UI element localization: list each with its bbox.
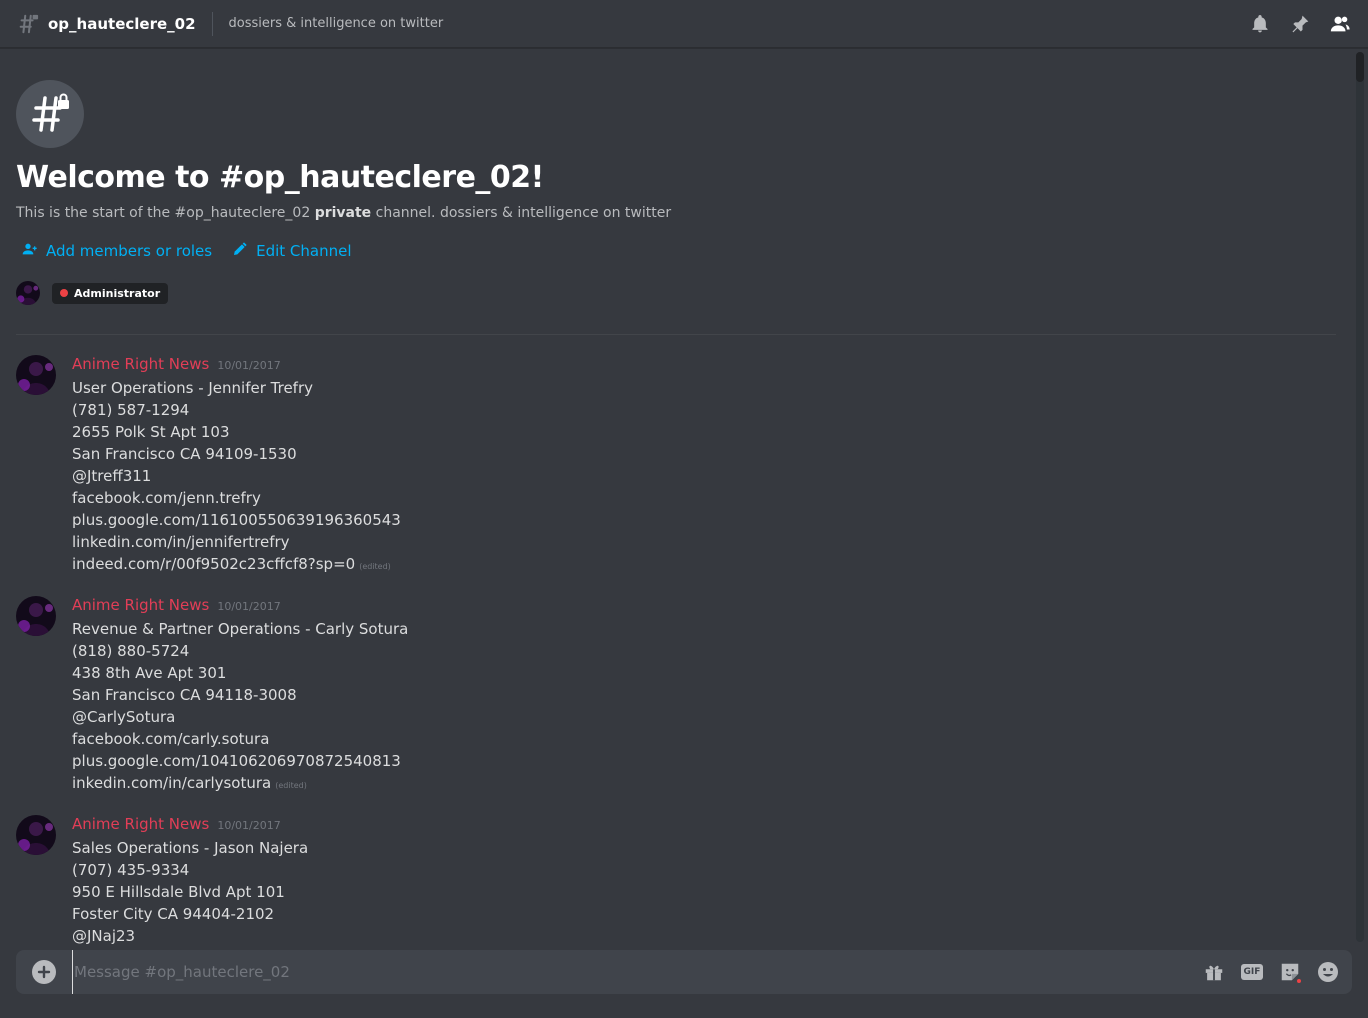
channel-name: op_hauteclere_02 [48, 14, 196, 33]
message-line: Foster City CA 94404-2102 [72, 905, 275, 923]
message-line: linkedin.com/in/jennifertrefry [72, 533, 290, 551]
role-name: Administrator [74, 286, 161, 300]
edit-channel-button[interactable]: Edit Channel [232, 241, 352, 261]
avatar[interactable] [16, 815, 56, 855]
welcome-desc-suffix: channel. dossiers & intelligence on twit… [375, 205, 672, 221]
message[interactable]: Anime Right News 10/01/2017 User Operati… [16, 355, 1336, 578]
welcome-desc-bold: private [314, 205, 372, 221]
edited-marker: (edited) [359, 562, 391, 571]
avatar[interactable] [16, 281, 40, 305]
gift-icon[interactable] [1202, 960, 1226, 984]
message-author[interactable]: Anime Right News [72, 596, 209, 614]
message-line: (781) 587-1294 [72, 401, 190, 419]
pencil-icon [232, 241, 248, 261]
message-line-text: inkedin.com/in/carlysotura [72, 774, 272, 792]
divider [16, 334, 1336, 335]
message-body: Anime Right News 10/01/2017 User Operati… [72, 355, 1336, 578]
message-input[interactable] [72, 950, 1202, 994]
message-composer: GIF [16, 950, 1352, 994]
sticker-icon[interactable] [1278, 960, 1303, 985]
bell-icon[interactable] [1248, 12, 1272, 36]
locked-hash-icon [16, 80, 84, 148]
message-line: (818) 880-5724 [72, 642, 190, 660]
message-line: plus.google.com/104106206970872540813 [72, 752, 401, 770]
message-line: facebook.com/carly.sotura [72, 730, 270, 748]
message-line-last: inkedin.com/in/carlysotura (edited) [72, 772, 1336, 797]
message-timestamp: 10/01/2017 [217, 359, 281, 372]
message-header: Anime Right News 10/01/2017 [72, 355, 1336, 377]
composer-buttons: GIF [1202, 960, 1340, 985]
message-line-text: indeed.com/r/00f9502c23cffcf8?sp=0 [72, 555, 356, 573]
message-author[interactable]: Anime Right News [72, 815, 209, 833]
add-members-button[interactable]: Add members or roles [22, 241, 212, 261]
message-line: User Operations - Jennifer Trefry [72, 379, 313, 397]
welcome-title: Welcome to #op_hauteclere_02! [16, 160, 544, 195]
message-line: @Jtreff311 [72, 467, 152, 485]
message-timestamp: 10/01/2017 [217, 819, 281, 832]
role-pill[interactable]: Administrator [52, 282, 169, 304]
message-header: Anime Right News 10/01/2017 [72, 596, 1336, 618]
gif-label: GIF [1240, 964, 1264, 980]
message-line: (707) 435-9334 [72, 861, 190, 879]
edit-channel-label: Edit Channel [256, 242, 352, 260]
message[interactable]: Anime Right News 10/01/2017 Sales Operat… [16, 815, 1336, 947]
header-toolbar [1248, 12, 1352, 36]
emoji-icon[interactable] [1316, 960, 1340, 984]
message-author[interactable]: Anime Right News [72, 355, 209, 373]
channel-header: op_hauteclere_02 dossiers & intelligence… [0, 0, 1368, 48]
message-line: facebook.com/jenn.trefry [72, 489, 261, 507]
message-header: Anime Right News 10/01/2017 [72, 815, 1336, 837]
message-line: Revenue & Partner Operations - Carly Sot… [72, 620, 409, 638]
message-line: 950 E Hillsdale Blvd Apt 101 [72, 883, 285, 901]
message-line: @JNaj23 [72, 927, 136, 945]
message-line: plus.google.com/116100550639196360543 [72, 511, 401, 529]
role-color-dot [60, 289, 68, 297]
welcome-desc-prefix: This is the start of the #op_hauteclere_… [16, 205, 311, 221]
notification-dot [1295, 977, 1303, 985]
plus-icon[interactable] [32, 960, 56, 984]
message-line: 438 8th Ave Apt 301 [72, 664, 227, 682]
pin-icon[interactable] [1288, 12, 1312, 36]
message-line-last: indeed.com/r/00f9502c23cffcf8?sp=0 (edite… [72, 553, 1336, 578]
message-body: Anime Right News 10/01/2017 Revenue & Pa… [72, 596, 1336, 797]
channel-topic[interactable]: dossiers & intelligence on twitter [229, 16, 444, 31]
discord-channel-view: op_hauteclere_02 dossiers & intelligence… [0, 0, 1368, 1018]
avatar[interactable] [16, 596, 56, 636]
message-line: San Francisco CA 94109-1530 [72, 445, 297, 463]
channel-roles: Administrator [16, 281, 1336, 305]
message-body: Anime Right News 10/01/2017 Sales Operat… [72, 815, 1336, 947]
message-line: @CarlySotura [72, 708, 176, 726]
message[interactable]: Anime Right News 10/01/2017 Revenue & Pa… [16, 596, 1336, 797]
locked-hash-icon [16, 12, 40, 36]
members-icon[interactable] [1328, 12, 1352, 36]
welcome-description: This is the start of the #op_hauteclere_… [16, 205, 1336, 221]
message-line: San Francisco CA 94118-3008 [72, 686, 297, 704]
add-member-icon [22, 241, 38, 261]
gif-icon[interactable]: GIF [1240, 960, 1264, 984]
add-members-label: Add members or roles [46, 242, 213, 260]
edited-marker: (edited) [275, 781, 307, 790]
avatar[interactable] [16, 355, 56, 395]
message-line: Sales Operations - Jason Najera [72, 839, 309, 857]
welcome-actions: Add members or roles Edit Channel [16, 241, 1336, 261]
header-divider [211, 11, 213, 36]
message-timestamp: 10/01/2017 [217, 600, 281, 613]
scrollbar-track[interactable] [1356, 52, 1364, 942]
scrollbar-thumb[interactable] [1356, 52, 1364, 82]
message-line: 2655 Polk St Apt 103 [72, 423, 230, 441]
channel-welcome: Welcome to #op_hauteclere_02! This is th… [16, 80, 1336, 305]
